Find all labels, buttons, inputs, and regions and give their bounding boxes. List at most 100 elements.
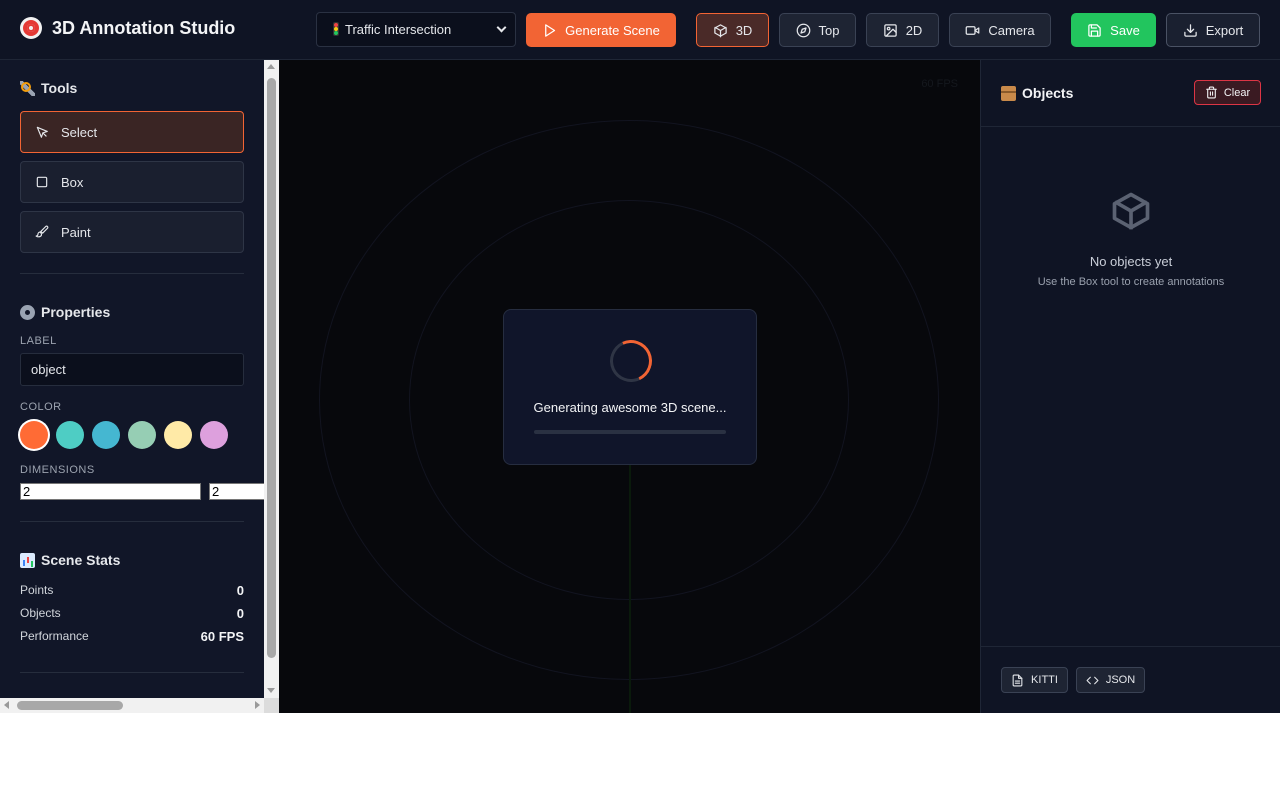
app-title: 3D Annotation Studio	[52, 17, 236, 38]
camera-label: Camera	[988, 22, 1035, 38]
color-swatch-purple[interactable]	[200, 421, 228, 449]
gear-icon	[20, 304, 35, 320]
compass-icon	[796, 23, 810, 37]
chevron-down-icon	[496, 22, 507, 33]
tools-heading: Tools	[20, 80, 77, 96]
stats-title: Scene Stats	[41, 552, 121, 568]
objects-title: Objects	[1022, 85, 1074, 101]
label-input[interactable]: object	[20, 353, 244, 386]
scroll-right-arrow-icon[interactable]	[255, 701, 260, 709]
dimensions-field-label: DIMENSIONS	[20, 464, 95, 476]
trash-icon	[1205, 86, 1217, 99]
camera-button[interactable]: Camera	[949, 13, 1051, 47]
stat-label: Objects	[20, 606, 61, 620]
empty-state-hint: Use the Box tool to create annotations	[1037, 276, 1225, 288]
stat-value: 0	[236, 606, 244, 621]
color-field-label: COLOR	[20, 401, 62, 413]
download-icon	[1183, 23, 1197, 37]
left-sidebar: Tools Select Box Paint Properties LABEL …	[0, 60, 264, 698]
export-kitti-button[interactable]: KITTI	[1001, 667, 1068, 693]
stat-row-objects: Objects 0	[20, 606, 244, 621]
scene-select[interactable]: Traffic Intersection	[316, 12, 516, 47]
stat-label: Points	[20, 583, 54, 597]
stat-label: Performance	[20, 629, 89, 643]
view-2d-label: 2D	[905, 22, 923, 38]
tool-box[interactable]: Box	[20, 161, 244, 203]
stat-value: 0	[236, 583, 244, 598]
paintbrush-icon	[35, 225, 49, 238]
generate-scene-label: Generate Scene	[565, 22, 660, 38]
tool-box-label: Box	[61, 174, 84, 190]
empty-box-icon	[1109, 188, 1153, 234]
view-top-label: Top	[818, 22, 840, 38]
divider	[20, 521, 244, 522]
view-top-button[interactable]: Top	[779, 13, 856, 47]
save-button[interactable]: Save	[1071, 13, 1156, 47]
tool-select-label: Select	[61, 124, 98, 140]
export-json-label: JSON	[1105, 674, 1136, 686]
square-icon	[36, 176, 48, 188]
spinner-icon	[604, 334, 658, 388]
traffic-light-icon	[333, 22, 339, 36]
color-swatch-green[interactable]	[128, 421, 156, 449]
empty-state-title: No objects yet	[1089, 254, 1173, 269]
properties-title: Properties	[41, 304, 111, 320]
objects-panel-header: Objects Clear	[981, 60, 1280, 127]
stat-row-performance: Performance 60 FPS	[20, 629, 244, 644]
3d-viewport[interactable]: 60 FPS Generating awesome 3D scene...	[279, 60, 980, 713]
dimension-height-input[interactable]: 2	[209, 483, 264, 500]
package-icon	[1001, 85, 1016, 101]
image-icon	[883, 23, 897, 37]
tool-paint-label: Paint	[61, 224, 91, 240]
tools-title: Tools	[41, 80, 78, 96]
objects-heading: Objects	[1001, 85, 1073, 101]
view-2d-button[interactable]: 2D	[866, 13, 939, 47]
color-swatch-blue[interactable]	[92, 421, 120, 449]
view-3d-button[interactable]: 3D	[696, 13, 769, 47]
divider	[20, 672, 244, 673]
scroll-left-arrow-icon[interactable]	[4, 701, 9, 709]
color-swatch-teal[interactable]	[56, 421, 84, 449]
target-icon	[20, 17, 42, 39]
color-swatch-orange[interactable]	[20, 421, 48, 449]
code-icon	[1086, 676, 1099, 684]
export-button[interactable]: Export	[1166, 13, 1260, 47]
divider	[20, 273, 244, 274]
sidebar-vertical-scrollbar[interactable]	[264, 60, 279, 698]
stat-value: 60 FPS	[200, 629, 244, 644]
color-swatch-yellow[interactable]	[164, 421, 192, 449]
scene-select-value: Traffic Intersection	[345, 22, 452, 37]
loading-progress-bar	[534, 430, 726, 434]
dimension-width-input[interactable]: 2	[20, 483, 201, 500]
scrollbar-thumb[interactable]	[17, 701, 123, 710]
export-label: Export	[1205, 22, 1244, 38]
video-camera-icon	[966, 25, 980, 35]
file-text-icon	[1012, 674, 1023, 686]
label-field-label: LABEL	[20, 335, 57, 347]
view-3d-label: 3D	[735, 22, 753, 38]
scroll-up-arrow-icon[interactable]	[267, 64, 275, 69]
cube-icon	[713, 23, 727, 37]
stats-heading: Scene Stats	[20, 552, 120, 568]
export-kitti-label: KITTI	[1031, 674, 1058, 686]
app-root: 3D Annotation Studio Traffic Intersectio…	[0, 0, 1280, 713]
play-icon	[545, 23, 556, 37]
loading-text: Generating awesome 3D scene...	[533, 400, 727, 415]
stat-row-points: Points 0	[20, 583, 244, 598]
objects-panel-footer: KITTI JSON	[981, 646, 1280, 713]
scrollbar-thumb[interactable]	[267, 78, 276, 658]
top-toolbar: 3D Annotation Studio Traffic Intersectio…	[0, 0, 1280, 60]
generate-scene-button[interactable]: Generate Scene	[526, 13, 676, 47]
clear-button[interactable]: Clear	[1194, 80, 1261, 105]
fps-overlay: 60 FPS	[921, 78, 958, 90]
save-label: Save	[1110, 22, 1140, 38]
save-icon	[1088, 23, 1101, 37]
scroll-down-arrow-icon[interactable]	[267, 688, 275, 693]
tool-paint[interactable]: Paint	[20, 211, 244, 253]
export-json-button[interactable]: JSON	[1076, 667, 1145, 693]
brand: 3D Annotation Studio	[20, 17, 235, 39]
sidebar-horizontal-scrollbar[interactable]	[0, 698, 264, 713]
tool-select[interactable]: Select	[20, 111, 244, 153]
tools-icon	[20, 80, 35, 96]
grid-axis-line	[629, 460, 631, 713]
